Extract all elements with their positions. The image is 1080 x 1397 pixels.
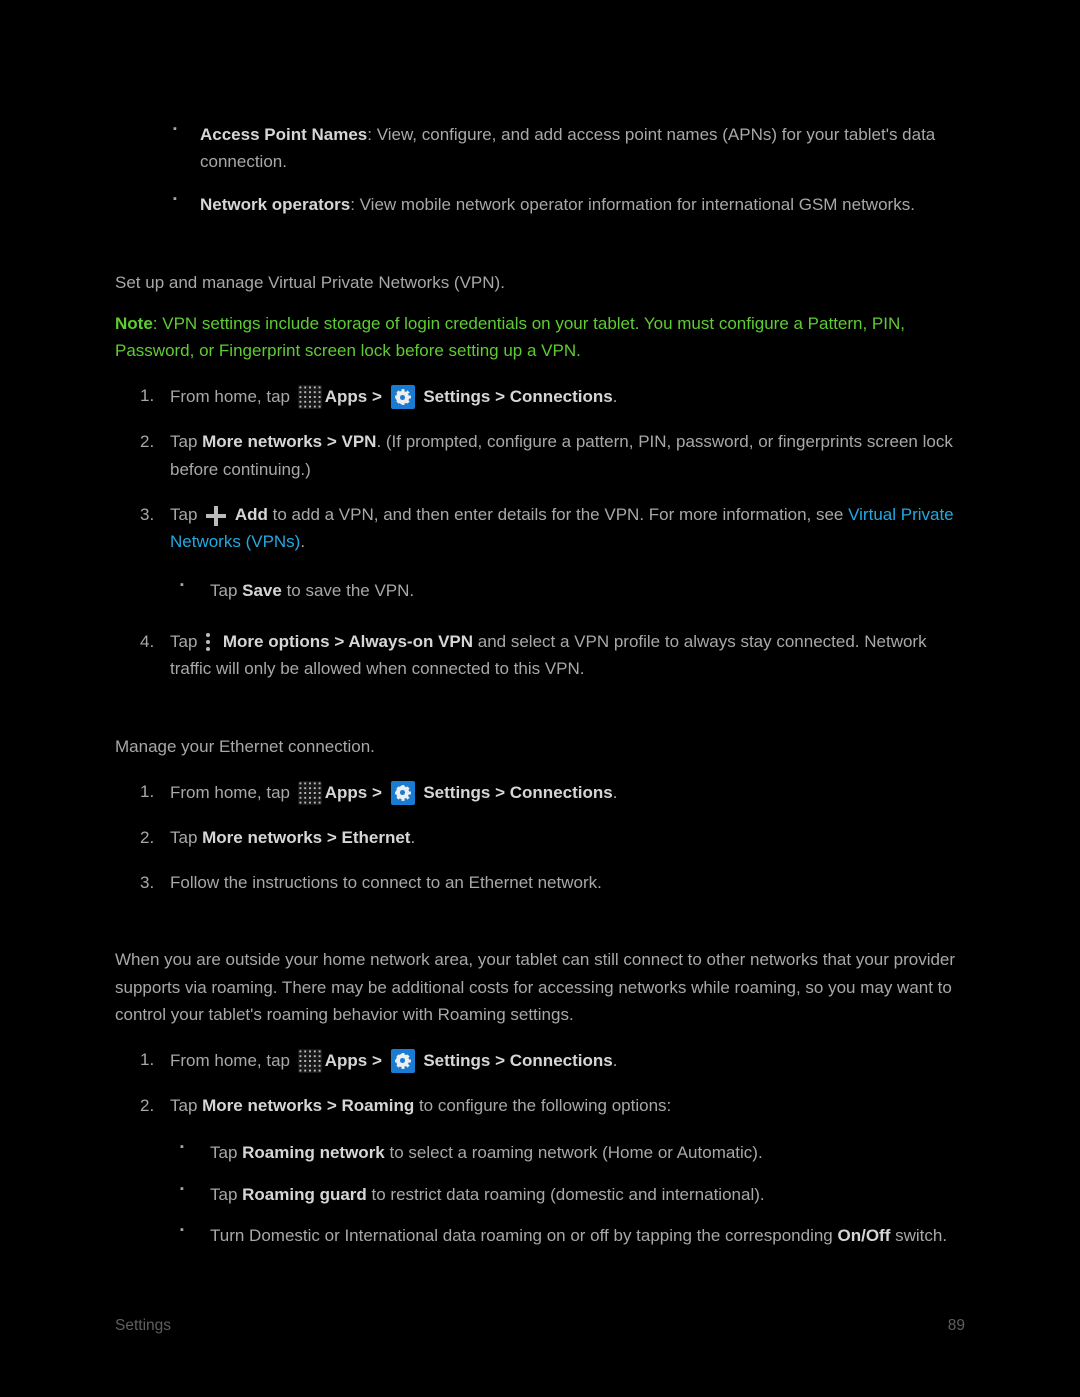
ethernet-steps: 1. From home, tap Apps > Settings > Conn…	[115, 770, 965, 907]
roaming-sub-onoff: Turn Domestic or International data roam…	[170, 1214, 965, 1255]
ethernet-step-2: 2. Tap More networks > Ethernet.	[115, 816, 965, 861]
ethernet-heading	[115, 693, 965, 715]
vpn-step-3-sub-save: Tap Save to save the VPN.	[170, 569, 965, 610]
roaming-steps: 1. From home, tap Apps > Settings > Conn…	[115, 1038, 965, 1265]
ethernet-step-1: 1. From home, tap Apps > Settings > Conn…	[115, 770, 965, 816]
operators-text: : View mobile network operator informati…	[350, 195, 915, 214]
settings-icon	[391, 1049, 415, 1073]
ethernet-step-3: 3. Follow the instructions to connect to…	[115, 861, 965, 906]
roaming-sub-guard: Tap Roaming guard to restrict data roami…	[170, 1173, 965, 1214]
apps-icon	[298, 781, 322, 805]
apn-operator-bullets: Access Point Names: View, configure, and…	[115, 115, 965, 229]
note-text: : VPN settings include storage of login …	[115, 314, 905, 360]
vpn-step-1: 1. From home, tap Apps > Settings > Conn…	[115, 374, 965, 420]
vpn-step-2: 2. Tap More networks > VPN. (If prompted…	[115, 420, 965, 492]
settings-icon	[391, 781, 415, 805]
vpn-heading	[115, 229, 965, 251]
plus-icon	[206, 506, 226, 526]
footer-page-number: 89	[948, 1314, 965, 1339]
vpn-intro: Set up and manage Virtual Private Networ…	[115, 265, 965, 306]
roaming-step-1: 1. From home, tap Apps > Settings > Conn…	[115, 1038, 965, 1084]
apps-icon	[298, 385, 322, 409]
page-footer: Settings 89	[115, 1314, 965, 1339]
vpn-step-3-sub: Tap Save to save the VPN.	[170, 569, 965, 610]
more-options-icon	[204, 632, 212, 654]
settings-icon	[391, 385, 415, 409]
vpn-note: Note: VPN settings include storage of lo…	[115, 306, 965, 374]
bullet-operators: Network operators: View mobile network o…	[115, 185, 965, 228]
bullet-apn: Access Point Names: View, configure, and…	[115, 115, 965, 185]
vpn-step-3: 3. Tap Add to add a VPN, and then enter …	[115, 493, 965, 621]
document-page: Access Point Names: View, configure, and…	[0, 0, 1080, 1397]
footer-section: Settings	[115, 1314, 171, 1339]
apn-label: Access Point Names	[200, 125, 367, 144]
apps-icon	[298, 1049, 322, 1073]
operators-label: Network operators	[200, 195, 350, 214]
roaming-sub-network: Tap Roaming network to select a roaming …	[170, 1131, 965, 1172]
roaming-step-2: 2. Tap More networks > Roaming to config…	[115, 1084, 965, 1265]
ethernet-intro: Manage your Ethernet connection.	[115, 729, 965, 770]
vpn-step-4: 4. Tap More options > Always-on VPN and …	[115, 620, 965, 692]
roaming-sub: Tap Roaming network to select a roaming …	[170, 1131, 965, 1255]
note-label: Note	[115, 314, 153, 333]
vpn-steps: 1. From home, tap Apps > Settings > Conn…	[115, 374, 965, 693]
roaming-intro: When you are outside your home network a…	[115, 942, 965, 1038]
roaming-heading	[115, 906, 965, 928]
